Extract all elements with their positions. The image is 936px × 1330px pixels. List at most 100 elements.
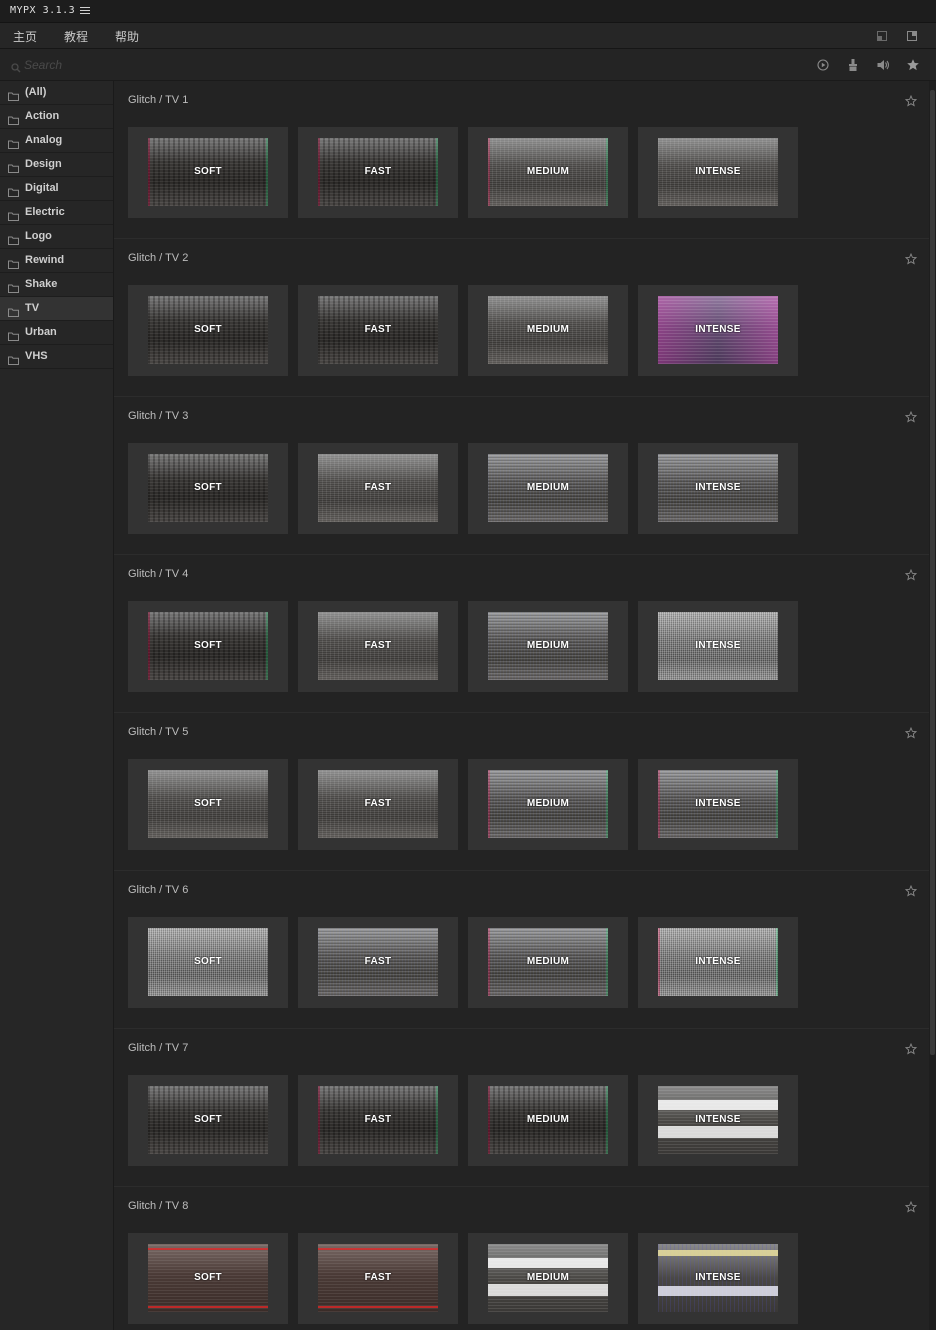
- star-icon[interactable]: [904, 252, 918, 265]
- sidebar-item-label: Logo: [25, 230, 52, 242]
- menu-item-tutorial[interactable]: 教程: [64, 28, 88, 45]
- star-icon[interactable]: [904, 568, 918, 581]
- title-bar: MYPX 3.1.3: [0, 0, 936, 23]
- scrollbar-thumb[interactable]: [930, 90, 935, 1055]
- preset-card-intense[interactable]: INTENSE: [638, 601, 798, 692]
- preset-section: Glitch / TV 5 SOFT FAST MEDIUM INTENSE: [114, 713, 930, 871]
- preset-thumbnail: FAST: [318, 770, 438, 838]
- section-title: Glitch / TV 3: [128, 410, 189, 422]
- sidebar-item-design[interactable]: Design: [0, 153, 113, 177]
- preset-label: SOFT: [194, 956, 222, 967]
- preset-card-soft[interactable]: SOFT: [128, 759, 288, 850]
- preset-card-medium[interactable]: MEDIUM: [468, 1233, 628, 1324]
- preset-card-medium[interactable]: MEDIUM: [468, 759, 628, 850]
- preset-section: Glitch / TV 3 SOFT FAST MEDIUM INTENSE: [114, 397, 930, 555]
- preset-card-soft[interactable]: SOFT: [128, 601, 288, 692]
- preset-card-medium[interactable]: MEDIUM: [468, 601, 628, 692]
- play-circle-icon[interactable]: [816, 58, 830, 72]
- preset-card-intense[interactable]: INTENSE: [638, 443, 798, 534]
- preset-label: SOFT: [194, 166, 222, 177]
- preset-label: SOFT: [194, 1114, 222, 1125]
- preset-card-soft[interactable]: SOFT: [128, 917, 288, 1008]
- preset-card-intense[interactable]: INTENSE: [638, 917, 798, 1008]
- sidebar-item-all[interactable]: (All): [0, 81, 113, 105]
- preset-thumbnail: SOFT: [148, 612, 268, 680]
- preset-thumbnail: MEDIUM: [488, 454, 608, 522]
- preset-card-fast[interactable]: FAST: [298, 127, 458, 218]
- preset-card-intense[interactable]: INTENSE: [638, 759, 798, 850]
- preset-card-soft[interactable]: SOFT: [128, 443, 288, 534]
- popout-window-icon[interactable]: [906, 29, 918, 41]
- sidebar-item-logo[interactable]: Logo: [0, 225, 113, 249]
- sidebar-item-label: Digital: [25, 182, 59, 194]
- menu-item-home[interactable]: 主页: [13, 28, 37, 45]
- preset-card-medium[interactable]: MEDIUM: [468, 917, 628, 1008]
- star-icon[interactable]: [904, 410, 918, 423]
- preset-card-fast[interactable]: FAST: [298, 285, 458, 376]
- preset-label: INTENSE: [695, 1272, 741, 1283]
- preset-card-medium[interactable]: MEDIUM: [468, 1075, 628, 1166]
- preset-card-fast[interactable]: FAST: [298, 1075, 458, 1166]
- preset-card-soft[interactable]: SOFT: [128, 1233, 288, 1324]
- sidebar-item-vhs[interactable]: VHS: [0, 345, 113, 369]
- preset-card-medium[interactable]: MEDIUM: [468, 127, 628, 218]
- sidebar-item-digital[interactable]: Digital: [0, 177, 113, 201]
- preset-card-intense[interactable]: INTENSE: [638, 1075, 798, 1166]
- star-icon[interactable]: [904, 884, 918, 897]
- preset-card-intense[interactable]: INTENSE: [638, 285, 798, 376]
- star-icon[interactable]: [904, 1042, 918, 1055]
- preset-label: INTENSE: [695, 640, 741, 651]
- sidebar-item-electric[interactable]: Electric: [0, 201, 113, 225]
- folder-icon: [8, 256, 19, 269]
- preset-label: INTENSE: [695, 166, 741, 177]
- star-icon[interactable]: [904, 1200, 918, 1213]
- preset-thumbnail: MEDIUM: [488, 928, 608, 996]
- preset-thumbnail: INTENSE: [658, 138, 778, 206]
- sidebar-item-shake[interactable]: Shake: [0, 273, 113, 297]
- folder-icon: [8, 328, 19, 341]
- preset-card-fast[interactable]: FAST: [298, 917, 458, 1008]
- preset-thumbnail: MEDIUM: [488, 1244, 608, 1312]
- preset-thumbnail: MEDIUM: [488, 296, 608, 364]
- preset-label: INTENSE: [695, 1114, 741, 1125]
- preset-label: FAST: [364, 956, 392, 967]
- preset-card-intense[interactable]: INTENSE: [638, 127, 798, 218]
- folder-icon: [8, 160, 19, 173]
- sidebar-item-tv[interactable]: TV: [0, 297, 113, 321]
- star-icon[interactable]: [904, 94, 918, 107]
- preset-thumbnail: INTENSE: [658, 928, 778, 996]
- favorites-star-icon[interactable]: [906, 58, 920, 72]
- search-input[interactable]: [24, 56, 224, 74]
- menu-item-help[interactable]: 帮助: [115, 28, 139, 45]
- sidebar-item-label: TV: [25, 302, 40, 314]
- preset-thumbnail: FAST: [318, 928, 438, 996]
- sidebar-item-rewind[interactable]: Rewind: [0, 249, 113, 273]
- preset-card-fast[interactable]: FAST: [298, 1233, 458, 1324]
- preset-label: FAST: [364, 1272, 392, 1283]
- sidebar-item-label: Shake: [25, 278, 58, 290]
- hamburger-menu-icon[interactable]: [79, 5, 91, 17]
- sidebar-item-urban[interactable]: Urban: [0, 321, 113, 345]
- preset-card-intense[interactable]: INTENSE: [638, 1233, 798, 1324]
- preset-card-soft[interactable]: SOFT: [128, 285, 288, 376]
- preset-thumbnail: FAST: [318, 612, 438, 680]
- preset-card-medium[interactable]: MEDIUM: [468, 443, 628, 534]
- preset-card-soft[interactable]: SOFT: [128, 127, 288, 218]
- preset-thumbnail: INTENSE: [658, 612, 778, 680]
- star-icon[interactable]: [904, 726, 918, 739]
- preset-card-fast[interactable]: FAST: [298, 443, 458, 534]
- preset-card-fast[interactable]: FAST: [298, 759, 458, 850]
- volume-icon[interactable]: [876, 58, 890, 72]
- preset-label: MEDIUM: [526, 798, 570, 809]
- sidebar-item-label: Rewind: [25, 254, 65, 266]
- preset-card-fast[interactable]: FAST: [298, 601, 458, 692]
- brush-icon[interactable]: [846, 58, 860, 72]
- sidebar-item-label: Analog: [25, 134, 63, 146]
- preset-thumbnail: INTENSE: [658, 454, 778, 522]
- preset-card-soft[interactable]: SOFT: [128, 1075, 288, 1166]
- sidebar-item-action[interactable]: Action: [0, 105, 113, 129]
- preset-card-medium[interactable]: MEDIUM: [468, 285, 628, 376]
- restore-window-icon[interactable]: [876, 29, 888, 41]
- sidebar-item-analog[interactable]: Analog: [0, 129, 113, 153]
- preset-thumbnail: SOFT: [148, 1086, 268, 1154]
